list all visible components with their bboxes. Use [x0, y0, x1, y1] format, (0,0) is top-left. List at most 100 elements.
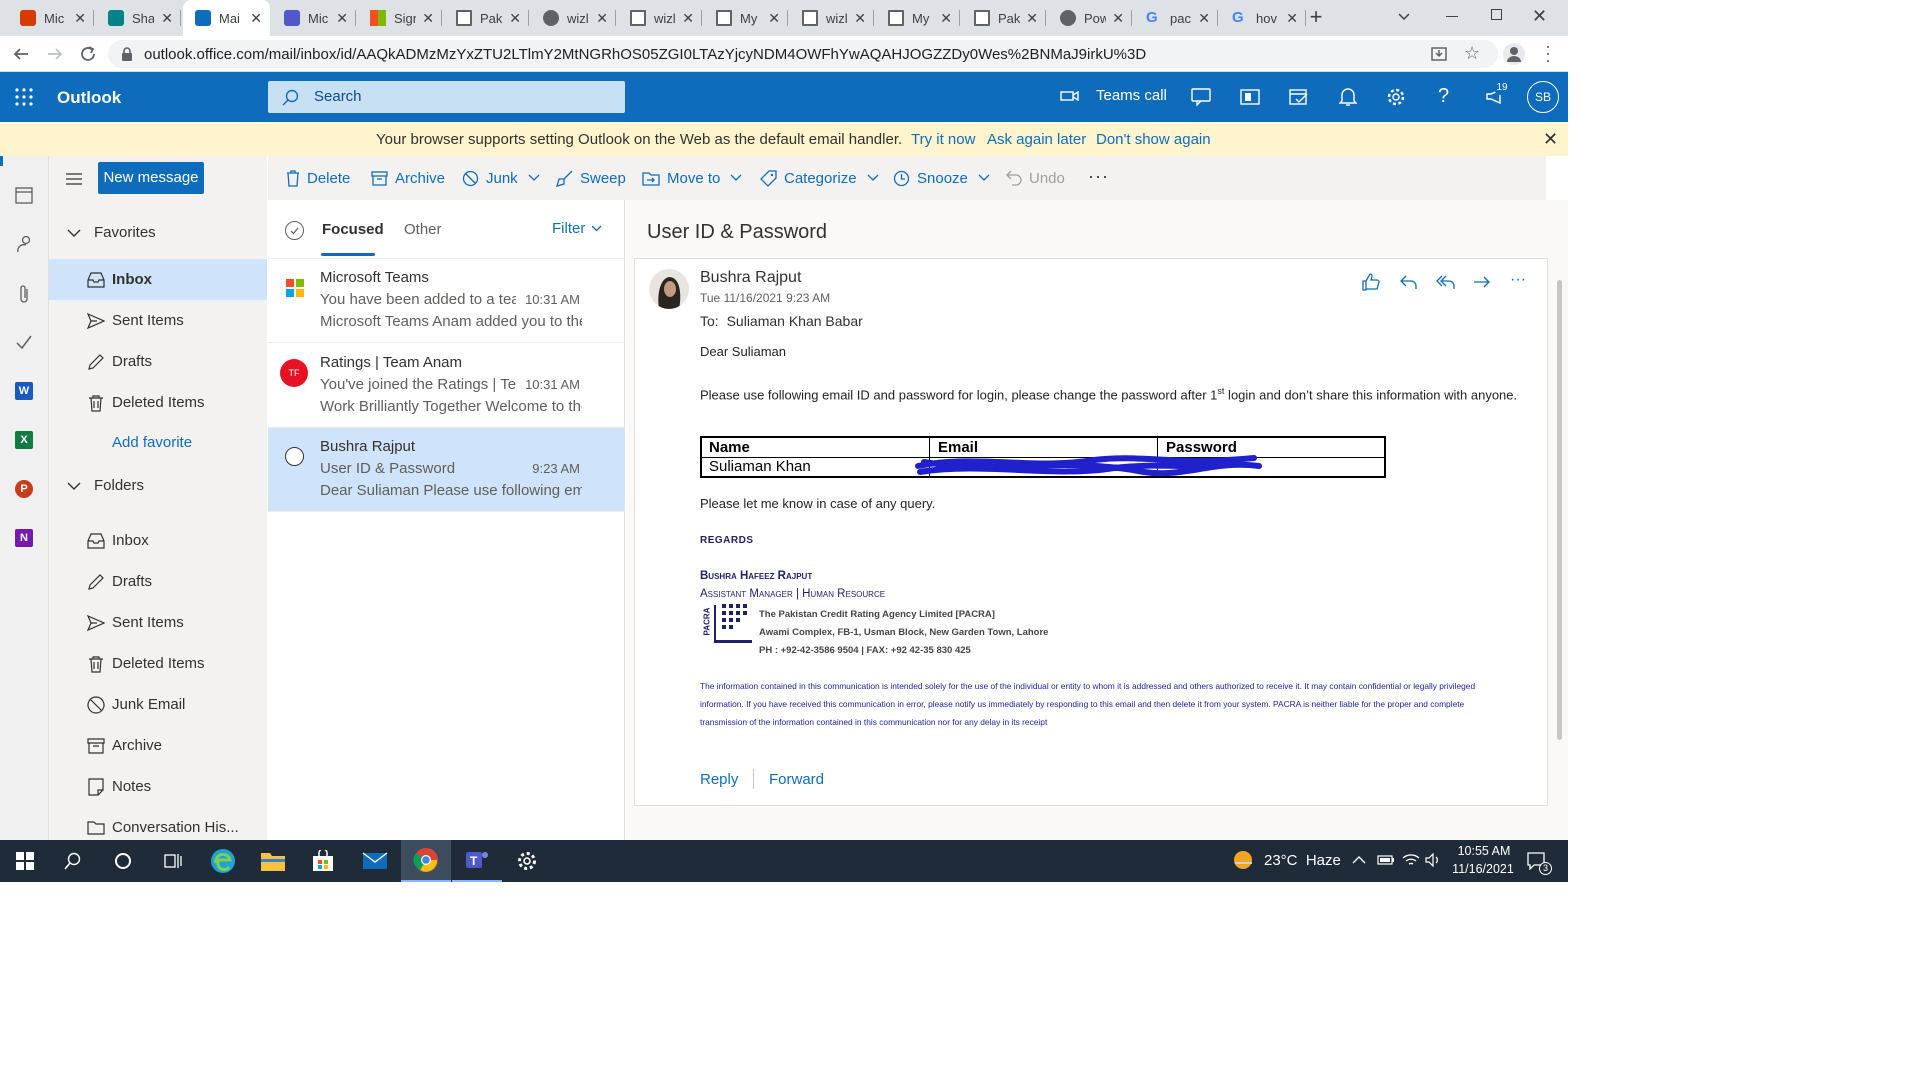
dont-show-again-link[interactable]: Don't show again	[1096, 131, 1211, 148]
minimize-window-button[interactable]	[1446, 16, 1458, 17]
folder-item[interactable]: Archive	[49, 725, 267, 766]
onenote-icon[interactable]: N	[15, 529, 33, 547]
search-icon[interactable]	[48, 840, 98, 882]
forward-icon[interactable]	[46, 45, 64, 63]
select-all-checkbox[interactable]	[285, 221, 304, 240]
windows-start-icon[interactable]	[0, 840, 50, 882]
app-launcher-icon[interactable]	[15, 88, 33, 106]
add-favorite-link[interactable]: Add favorite	[112, 434, 192, 451]
store-icon[interactable]	[298, 840, 348, 882]
calendar-icon[interactable]	[15, 186, 33, 204]
favorites-header[interactable]: Favorites	[67, 224, 156, 241]
folder-item[interactable]: Sent Items	[49, 300, 267, 341]
message-item-selected[interactable]: Bushra Rajput User ID & Password 9:23 AM…	[268, 428, 625, 512]
tab-close-icon[interactable]: ✕	[682, 10, 694, 26]
tab-close-icon[interactable]: ✕	[854, 10, 866, 26]
more-actions-icon[interactable]: ···	[1088, 166, 1109, 187]
move-to-button[interactable]: Move to	[642, 156, 749, 200]
attachment-icon[interactable]	[17, 284, 31, 304]
tab-close-icon[interactable]: ✕	[1112, 10, 1124, 26]
tab-close-icon[interactable]: ✕	[422, 10, 434, 26]
chat-icon[interactable]	[1191, 88, 1211, 106]
like-icon[interactable]	[1362, 273, 1380, 291]
folder-item[interactable]: Inbox	[49, 520, 267, 561]
folder-item[interactable]: Sent Items	[49, 602, 267, 643]
browser-tab[interactable]: wizl ✕	[790, 0, 874, 36]
cortana-icon[interactable]	[98, 840, 148, 882]
undo-button[interactable]: Undo	[1006, 156, 1065, 200]
folder-item[interactable]: Drafts	[49, 341, 267, 382]
browser-tab[interactable]: My ✕	[704, 0, 788, 36]
browser-tab[interactable]: Sign ✕	[358, 0, 442, 36]
volume-icon[interactable]	[1425, 853, 1441, 867]
profile-icon[interactable]	[1503, 43, 1525, 65]
forward-arrow-icon[interactable]	[1473, 274, 1491, 290]
wifi-icon[interactable]	[1402, 853, 1420, 867]
teams-call-button[interactable]: Teams call	[1060, 87, 1167, 104]
excel-icon[interactable]: X	[15, 431, 33, 449]
browser-tab[interactable]: wizl ✕	[618, 0, 702, 36]
reading-scrollbar[interactable]	[1557, 280, 1562, 740]
sweep-button[interactable]: Sweep	[556, 156, 626, 200]
tab-close-icon[interactable]: ✕	[74, 10, 86, 26]
folders-header[interactable]: Folders	[67, 477, 144, 494]
browser-tab[interactable]: Mic ✕	[8, 0, 94, 36]
folder-item[interactable]: Deleted Items	[49, 382, 267, 423]
chrome-icon[interactable]	[401, 840, 451, 882]
junk-button[interactable]: Junk	[462, 156, 547, 200]
snooze-button[interactable]: Snooze	[893, 156, 997, 200]
bookmark-star-icon[interactable]: ☆	[1464, 43, 1480, 64]
task-view-icon[interactable]	[148, 840, 198, 882]
tab-close-icon[interactable]: ✕	[596, 10, 608, 26]
ask-again-later-link[interactable]: Ask again later	[987, 131, 1086, 148]
browser-tab[interactable]: Pow ✕	[1048, 0, 1132, 36]
browser-menu-icon[interactable]: · · ·	[1545, 37, 1551, 69]
sender-name[interactable]: Bushra Rajput	[700, 269, 801, 287]
folder-item[interactable]: Deleted Items	[49, 643, 267, 684]
clock-time[interactable]: 10:55 AM	[1456, 844, 1512, 858]
browser-tab[interactable]: Gpac ✕	[1134, 0, 1218, 36]
tab-close-icon[interactable]: ✕	[1026, 10, 1038, 26]
mail-app-icon[interactable]	[350, 840, 400, 882]
tab-close-icon[interactable]: ✕	[161, 10, 173, 26]
battery-icon[interactable]	[1377, 855, 1395, 865]
account-avatar[interactable]: SB	[1527, 81, 1559, 113]
browser-tab[interactable]: Ghov ✕	[1220, 0, 1306, 36]
gear-icon[interactable]	[1386, 87, 1406, 107]
help-icon[interactable]: ?	[1438, 85, 1449, 108]
browser-tab[interactable]: Pak ✕	[962, 0, 1046, 36]
clock-date[interactable]: 11/16/2021	[1449, 862, 1517, 876]
browser-tab[interactable]: wizl ✕	[531, 0, 616, 36]
close-window-button[interactable]: ✕	[1532, 6, 1547, 27]
tab-focused[interactable]: Focused	[322, 221, 384, 238]
message-item-teams[interactable]: Microsoft Teams You have been added to a…	[268, 259, 625, 343]
restore-window-button[interactable]	[1491, 9, 1502, 20]
todo-check-icon[interactable]	[15, 334, 33, 350]
folder-item[interactable]: Inbox	[49, 259, 267, 300]
recipient-name[interactable]: Suliaman Khan Babar	[727, 313, 863, 329]
weather-widget[interactable]: 23°C Haze	[1232, 849, 1341, 871]
office-feed-icon[interactable]	[1240, 88, 1260, 106]
reload-icon[interactable]	[79, 45, 97, 63]
new-tab-button[interactable]: +	[1304, 6, 1328, 30]
tab-close-icon[interactable]: ✕	[1286, 10, 1298, 26]
forward-button[interactable]: Forward	[769, 771, 824, 788]
filter-button[interactable]: Filter	[552, 220, 602, 237]
browser-tab[interactable]: Mic ✕	[272, 0, 356, 36]
tab-close-icon[interactable]: ✕	[940, 10, 952, 26]
hamburger-icon[interactable]	[66, 173, 82, 185]
install-app-icon[interactable]	[1430, 45, 1448, 63]
tab-close-icon[interactable]: ✕	[1198, 10, 1210, 26]
people-icon[interactable]	[15, 235, 33, 253]
settings-gear-icon[interactable]	[502, 840, 552, 882]
more-options-icon[interactable]: ···	[1510, 271, 1526, 289]
browser-tab[interactable]: Sha ✕	[96, 0, 181, 36]
file-explorer-icon[interactable]	[248, 840, 298, 882]
browser-tab[interactable]: Mai ✕	[183, 0, 270, 36]
teams-app-icon[interactable]: T	[452, 840, 502, 882]
my-day-icon[interactable]	[1289, 88, 1309, 106]
folder-item[interactable]: Junk Email	[49, 684, 267, 725]
edge-icon[interactable]	[198, 840, 248, 882]
browser-tab[interactable]: Pak ✕	[444, 0, 529, 36]
tab-close-icon[interactable]: ✕	[336, 10, 348, 26]
